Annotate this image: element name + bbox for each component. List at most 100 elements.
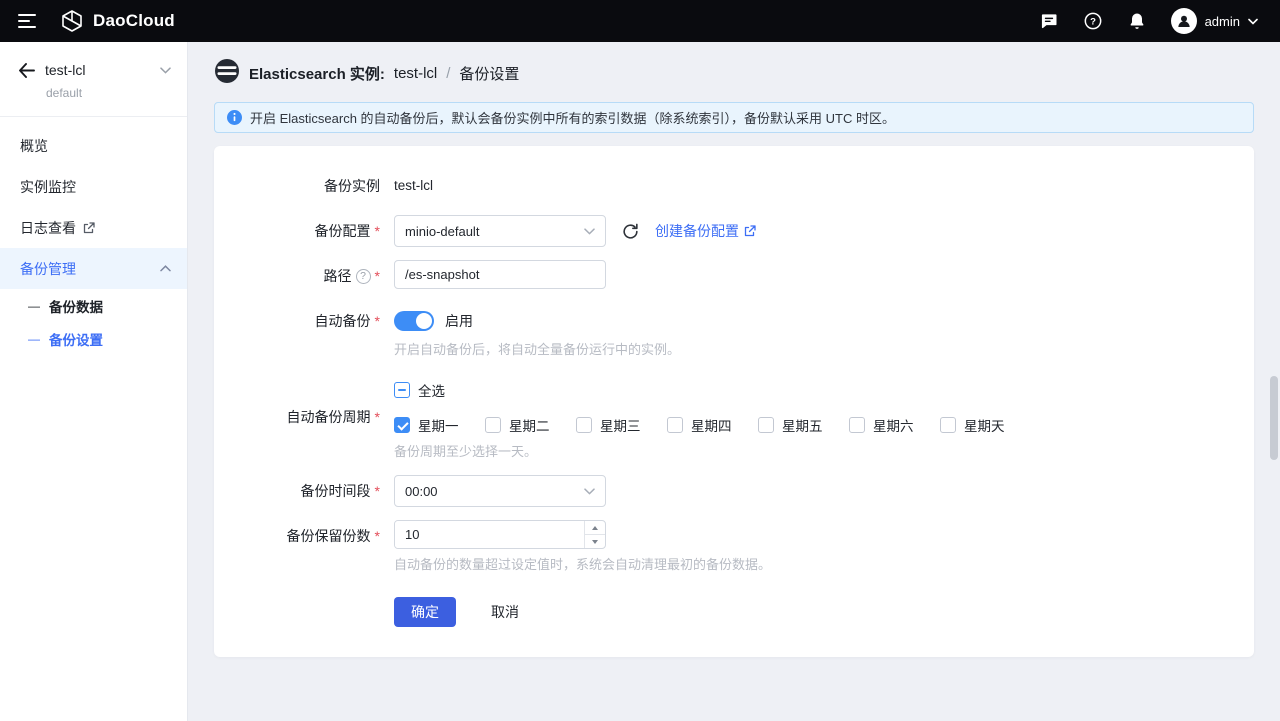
weekday-checkbox-3[interactable]: 星期三 (576, 415, 667, 435)
backup-config-select[interactable]: minio-default (394, 215, 606, 247)
weekday-label: 星期六 (873, 415, 914, 435)
sidebar-item-label: 实例监控 (20, 177, 76, 197)
sidebar-menu: 概览 实例监控 日志查看 备份管理 备份数据 备份设置 (0, 117, 187, 355)
form-row-cycle: 自动备份周期 全选 星期一星期二星期三星期四星期五星期六星期天 备份周期至少选择… (214, 374, 1254, 460)
weekday-label: 星期五 (782, 415, 823, 435)
topbar-actions: ? admin (1039, 8, 1258, 34)
form-row-config: 备份配置 minio-default 创建备份配置 (214, 215, 1254, 247)
namespace-label: default (46, 86, 171, 100)
breadcrumb-instance[interactable]: test-lcl (394, 65, 437, 82)
select-all-weekdays[interactable]: 全选 (394, 378, 1031, 402)
auto-backup-toggle[interactable] (394, 311, 434, 331)
checkbox-unchecked-icon[interactable] (485, 417, 501, 433)
required-marker (375, 305, 380, 337)
username: admin (1205, 14, 1240, 29)
help-icon[interactable]: ? (1083, 11, 1103, 31)
back-icon[interactable] (18, 63, 35, 78)
spinner-up-icon[interactable] (585, 521, 605, 534)
instance-switcher[interactable]: test-lcl (45, 62, 85, 78)
form-row-auto-backup: 自动备份 启用 (214, 305, 1254, 337)
daocloud-logo-icon (60, 9, 84, 33)
checkbox-unchecked-icon[interactable] (576, 417, 592, 433)
backup-time-select[interactable]: 00:00 (394, 475, 606, 507)
sidebar-item-label: 备份管理 (20, 259, 76, 279)
select-value: minio-default (405, 224, 479, 239)
retention-input[interactable] (395, 521, 565, 548)
weekday-checkbox-6[interactable]: 星期六 (849, 415, 940, 435)
user-menu[interactable]: admin (1171, 8, 1258, 34)
spinner-down-icon[interactable] (585, 534, 605, 548)
sidebar: test-lcl default 概览 实例监控 日志查看 备份管理 (0, 42, 188, 721)
sidebar-item-backup-data[interactable]: 备份数据 (0, 289, 187, 322)
required-marker (375, 405, 380, 429)
external-link-icon (744, 225, 756, 237)
menu-toggle-icon[interactable] (18, 14, 38, 28)
svg-text:?: ? (1090, 17, 1096, 28)
weekday-label: 星期四 (691, 415, 732, 435)
elasticsearch-icon (214, 58, 240, 89)
weekday-checkbox-4[interactable]: 星期四 (667, 415, 758, 435)
required-marker (375, 215, 380, 247)
form-row-instance: 备份实例 test-lcl (214, 170, 1254, 202)
page-title: Elasticsearch 实例: (249, 63, 385, 84)
cycle-helper: 备份周期至少选择一天。 (394, 441, 1031, 460)
messages-icon[interactable] (1039, 11, 1059, 31)
weekday-label: 星期三 (600, 415, 641, 435)
sidebar-item-label: 备份数据 (49, 296, 103, 316)
checkbox-checked-icon[interactable] (394, 417, 410, 433)
select-all-label: 全选 (418, 380, 445, 400)
refresh-icon[interactable] (621, 222, 640, 241)
sidebar-item-log-view[interactable]: 日志查看 (0, 207, 187, 248)
weekday-label: 星期天 (964, 415, 1005, 435)
instance-value: test-lcl (394, 170, 433, 202)
weekday-checkbox-1[interactable]: 星期一 (394, 415, 485, 435)
weekday-checkbox-7[interactable]: 星期天 (940, 415, 1031, 435)
checkbox-unchecked-icon[interactable] (758, 417, 774, 433)
required-marker (375, 260, 380, 292)
main-content: Elasticsearch 实例: test-lcl / 备份设置 开启 Ela… (188, 42, 1280, 721)
checkbox-unchecked-icon[interactable] (849, 417, 865, 433)
chevron-down-icon (584, 488, 595, 495)
confirm-button[interactable]: 确定 (394, 597, 456, 627)
scrollbar[interactable] (1270, 376, 1278, 460)
sidebar-item-overview[interactable]: 概览 (0, 125, 187, 166)
field-label: 路径 (214, 260, 380, 292)
sidebar-item-label: 日志查看 (20, 218, 76, 238)
info-icon (227, 110, 242, 125)
weekday-checkbox-2[interactable]: 星期二 (485, 415, 576, 435)
path-input[interactable] (394, 260, 606, 289)
field-label: 备份配置 (214, 215, 380, 247)
link-label: 创建备份配置 (655, 221, 739, 241)
weekday-checkbox-group: 星期一星期二 星期三 星期四 星期五 星期六 星期天 (394, 415, 1031, 435)
backup-settings-form: 备份实例 test-lcl 备份配置 minio-default (214, 146, 1254, 657)
breadcrumb: Elasticsearch 实例: test-lcl / 备份设置 (188, 42, 1280, 102)
sidebar-item-backup-settings[interactable]: 备份设置 (0, 322, 187, 355)
select-value: 00:00 (405, 484, 438, 499)
info-alert: 开启 Elasticsearch 的自动备份后，默认会备份实例中所有的索引数据（… (214, 102, 1254, 133)
cancel-button[interactable]: 取消 (491, 602, 519, 622)
field-label: 自动备份 (214, 305, 380, 337)
field-label: 备份实例 (214, 170, 380, 202)
checkbox-unchecked-icon[interactable] (940, 417, 956, 433)
brand[interactable]: DaoCloud (60, 9, 175, 33)
sidebar-header: test-lcl default (0, 42, 187, 117)
retention-helper: 自动备份的数量超过设定值时，系统会自动清理最初的备份数据。 (394, 554, 1254, 573)
sidebar-item-label: 备份设置 (49, 329, 103, 349)
field-label: 备份时间段 (214, 475, 380, 507)
chevron-down-icon[interactable] (160, 67, 171, 74)
create-backup-config-link[interactable]: 创建备份配置 (655, 221, 756, 241)
required-marker (375, 520, 380, 552)
help-tooltip-icon[interactable] (356, 269, 371, 284)
form-row-path: 路径 (214, 260, 1254, 292)
sidebar-item-backup-management[interactable]: 备份管理 (0, 248, 187, 289)
chevron-down-icon (1248, 18, 1258, 25)
weekday-checkbox-5[interactable]: 星期五 (758, 415, 849, 435)
required-marker (375, 475, 380, 507)
notifications-icon[interactable] (1127, 11, 1147, 31)
form-row-time: 备份时间段 00:00 (214, 475, 1254, 507)
checkbox-unchecked-icon[interactable] (667, 417, 683, 433)
auto-backup-helper: 开启自动备份后，将自动全量备份运行中的实例。 (394, 339, 1254, 358)
chevron-up-icon (160, 265, 171, 272)
checkbox-indeterminate-icon[interactable] (394, 382, 410, 398)
sidebar-item-instance-monitoring[interactable]: 实例监控 (0, 166, 187, 207)
